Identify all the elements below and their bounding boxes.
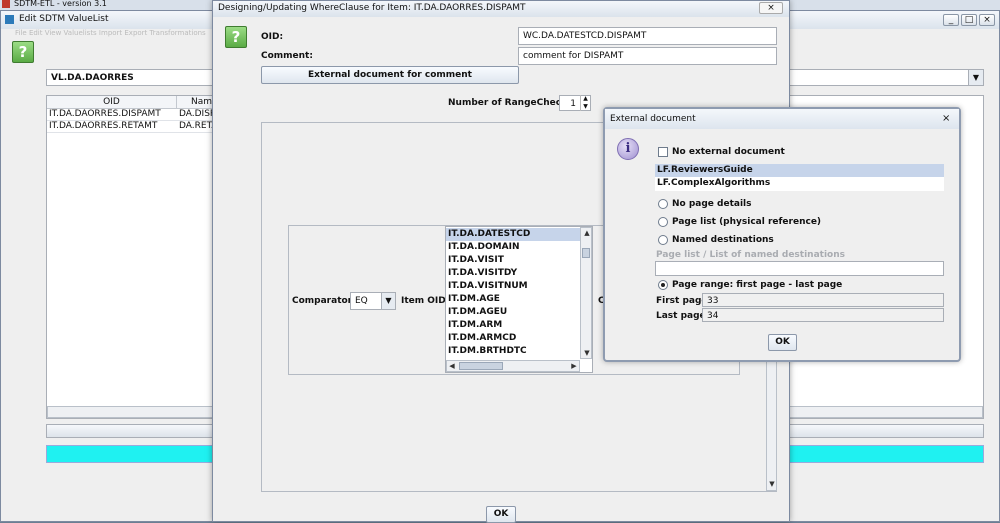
app-icon: [2, 0, 10, 8]
list-item[interactable]: LF.ComplexAlgorithms: [657, 177, 770, 190]
extdoc-title: External document: [610, 114, 696, 124]
scroll-left-icon[interactable]: ◀: [447, 361, 457, 371]
list-item[interactable]: IT.DA.DOMAIN: [448, 241, 520, 254]
first-page-field[interactable]: 33: [702, 293, 944, 307]
list-hscrollbar[interactable]: ◀ ▶: [446, 360, 580, 372]
scroll-up-icon[interactable]: ▲: [582, 228, 592, 238]
list-item[interactable]: IT.DA.VISIT: [448, 254, 504, 267]
list-item[interactable]: LF.ReviewersGuide: [655, 164, 944, 177]
document-list[interactable]: LF.ReviewersGuide LF.ComplexAlgorithms: [655, 164, 944, 191]
oid-label: OID:: [261, 32, 284, 42]
radio-page-list-label: Page list (physical reference): [672, 217, 822, 227]
extdoc-titlebar: External document ×: [605, 109, 959, 129]
whereclause-title: Designing/Updating WhereClause for Item:…: [218, 3, 526, 13]
oid-field[interactable]: WC.DA.DATESTCD.DISPAMT: [518, 27, 777, 45]
maximize-icon[interactable]: □: [961, 14, 977, 26]
radio-page-list[interactable]: [658, 217, 668, 227]
page-list-field[interactable]: [655, 261, 944, 276]
chevron-down-icon[interactable]: ▼: [968, 70, 983, 85]
close-icon[interactable]: ×: [979, 14, 995, 26]
scroll-down-icon[interactable]: ▼: [582, 348, 592, 358]
extdoc-ok-button[interactable]: OK: [768, 334, 797, 351]
spinner-down-icon[interactable]: ▼: [580, 103, 590, 111]
close-icon[interactable]: ×: [942, 113, 950, 124]
list-item[interactable]: IT.DM.BRTHDTC: [448, 345, 527, 358]
list-item[interactable]: IT.DA.DATESTCD: [446, 228, 580, 241]
table-row[interactable]: IT.DA.DAORRES.RETAMT DA.RETA: [47, 121, 227, 133]
whereclause-titlebar: Designing/Updating WhereClause for Item:…: [213, 1, 789, 17]
menu-ghost: File Edit View Valuelists Import Export …: [15, 29, 206, 37]
radio-named-destinations[interactable]: [658, 235, 668, 245]
comment-label: Comment:: [261, 51, 313, 61]
app-title: SDTM-ETL - version 3.1: [14, 0, 107, 8]
scroll-thumb[interactable]: [582, 248, 590, 258]
radio-page-range[interactable]: [658, 280, 668, 290]
ok-button[interactable]: OK: [486, 506, 516, 523]
close-icon[interactable]: ×: [759, 2, 783, 14]
scroll-right-icon[interactable]: ▶: [569, 361, 579, 371]
no-external-doc-checkbox[interactable]: [658, 147, 668, 157]
window-icon: [5, 15, 14, 24]
list-item[interactable]: IT.DM.ARMCD: [448, 332, 516, 345]
extdoc-dialog: External document × i No external docume…: [603, 107, 961, 362]
page-list-label: Page list / List of named destinations: [656, 250, 845, 260]
list-item[interactable]: IT.DM.ARM: [448, 319, 502, 332]
external-document-button[interactable]: External document for comment: [261, 66, 519, 84]
list-vscrollbar[interactable]: ▲ ▼: [580, 227, 592, 359]
list-item[interactable]: IT.DA.VISITDY: [448, 267, 517, 280]
table-header-oid[interactable]: OID: [47, 96, 177, 109]
valuelist-window-title: Edit SDTM ValueList: [19, 14, 109, 24]
radio-no-page-details[interactable]: [658, 199, 668, 209]
rangechecks-label: Number of RangeChecks:: [448, 98, 577, 108]
comment-field[interactable]: comment for DISPAMT: [518, 47, 777, 65]
last-page-field[interactable]: 34: [702, 308, 944, 322]
radio-named-destinations-label: Named destinations: [672, 235, 774, 245]
scroll-thumb[interactable]: [459, 362, 503, 370]
list-item[interactable]: IT.DM.AGE: [448, 293, 500, 306]
scroll-down-icon[interactable]: ▼: [767, 479, 777, 489]
help-icon[interactable]: ?: [225, 26, 247, 48]
list-item[interactable]: IT.DM.AGEU: [448, 306, 507, 319]
list-item[interactable]: IT.DA.VISITNUM: [448, 280, 528, 293]
radio-no-page-details-label: No page details: [672, 199, 752, 209]
item-oid-list[interactable]: IT.DA.DATESTCD IT.DA.DOMAIN IT.DA.VISIT …: [445, 226, 593, 373]
radio-page-range-label: Page range: first page - last page: [672, 280, 843, 290]
spinner-up-icon[interactable]: ▲: [580, 95, 590, 103]
minimize-icon[interactable]: _: [943, 14, 959, 26]
info-icon: i: [617, 138, 639, 160]
chevron-down-icon[interactable]: ▼: [381, 293, 395, 309]
comparator-label: Comparator:: [292, 296, 356, 306]
no-external-doc-label: No external document: [672, 147, 785, 157]
table-row[interactable]: IT.DA.DAORRES.DISPAMT DA.DISP: [47, 109, 227, 121]
help-icon[interactable]: ?: [12, 41, 34, 63]
item-oid-label: Item OID:: [401, 296, 450, 306]
